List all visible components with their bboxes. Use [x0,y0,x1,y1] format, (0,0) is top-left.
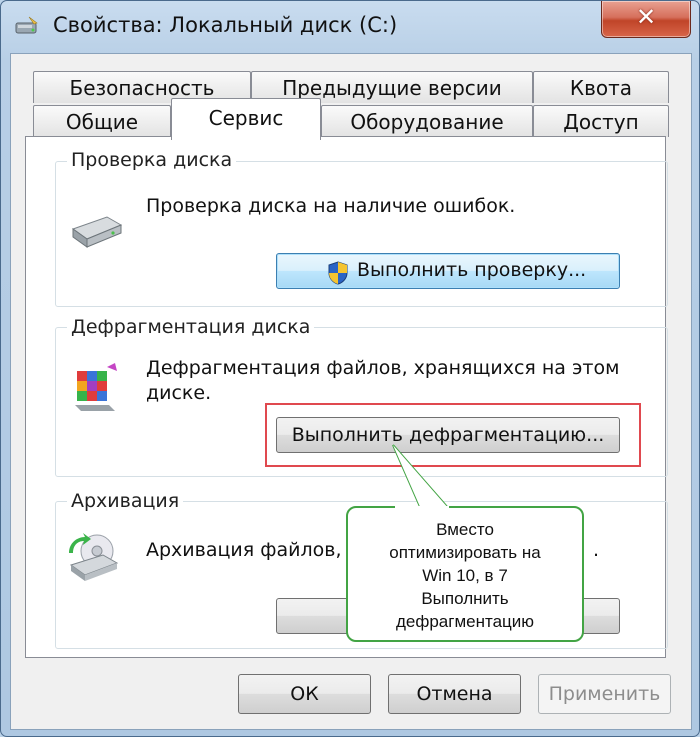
tab-hardware[interactable]: Оборудование [321,105,533,137]
callout-line: Выполнить [421,589,509,608]
tab-label: Предыдущие версии [282,76,502,100]
tab-label: Сервис [208,106,284,130]
properties-window: Свойства: Локальный диск (C:) ✕ Безопасн… [0,0,700,737]
backup-title: Архивация [67,490,184,512]
ok-button[interactable]: ОК [238,674,371,714]
check-disk-description: Проверка диска на наличие ошибок. [146,195,516,217]
tab-label: Оборудование [350,110,504,134]
tab-general[interactable]: Общие [33,105,171,137]
backup-description-right: . [593,539,600,561]
close-icon: ✕ [635,3,657,31]
tab-tools[interactable]: Сервис [171,98,321,140]
drive-properties-icon [15,16,38,34]
highlight-frame [265,403,641,467]
callout-line: Вместо [436,520,494,539]
cancel-label: Отмена [416,683,493,705]
callout-join [395,506,449,510]
tab-quota[interactable]: Квота [533,71,669,103]
backup-description-left: Архивация файлов, х [146,539,359,561]
hard-drive-icon [71,216,123,248]
backup-icon [69,533,119,581]
callout-text: Вместо оптимизировать на Win 10, в 7 Вып… [348,518,582,633]
apply-label: Применить [548,683,661,705]
defrag-title: Дефрагментация диска [67,316,315,338]
cancel-button[interactable]: Отмена [388,674,521,714]
apply-button[interactable]: Применить [538,674,671,714]
close-button[interactable]: ✕ [601,1,691,38]
tab-sharing[interactable]: Доступ [533,105,669,137]
tab-label: Безопасность [69,76,215,100]
run-check-label: Выполнить проверку... [357,259,587,281]
callout-box: Вместо оптимизировать на Win 10, в 7 Вып… [346,506,584,642]
callout-line: Win 10, в 7 [422,566,508,585]
run-check-button[interactable]: Выполнить проверку... [276,253,620,289]
callout-line: оптимизировать на [389,543,541,562]
tab-label: Общие [65,110,139,134]
defrag-description-line2: диске. [146,382,212,404]
defrag-icon [75,363,117,411]
window-title: Свойства: Локальный диск (C:) [53,13,398,37]
tab-label: Квота [569,76,633,100]
callout-pointer [392,444,451,510]
defrag-description-line1: Дефрагментация файлов, хранящихся на это… [146,357,620,379]
callout-line: дефрагментацию [395,612,535,631]
title-bar[interactable]: Свойства: Локальный диск (C:) ✕ [1,1,699,53]
uac-shield-icon [328,261,348,285]
tab-label: Доступ [563,110,639,134]
ok-label: ОК [290,683,319,705]
check-disk-title: Проверка диска [67,149,237,171]
